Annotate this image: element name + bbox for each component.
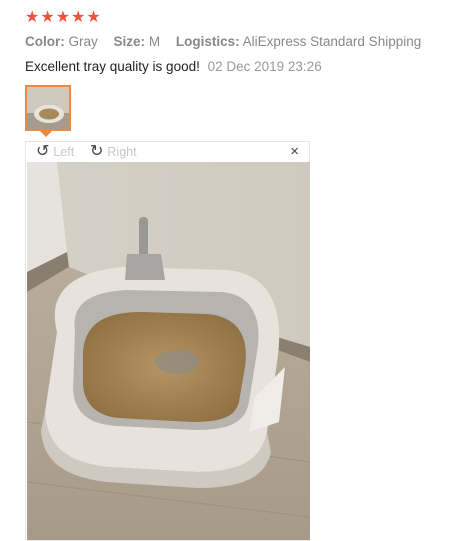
rotate-left-label: Left xyxy=(53,145,75,159)
viewer-toolbar: ↺ Left ↻ Right × xyxy=(26,142,309,162)
star-icon: ★ xyxy=(86,9,101,26)
star-icon: ★ xyxy=(40,9,55,26)
thumbnail-caret xyxy=(40,131,52,137)
rotate-left-button[interactable]: ↺ Left xyxy=(36,144,74,160)
review-attributes: Color: Gray Size: M Logistics: AliExpres… xyxy=(25,34,433,49)
logistics-value: AliExpress Standard Shipping xyxy=(242,34,422,49)
size-label: Size: xyxy=(113,34,146,49)
logistics-label: Logistics: xyxy=(175,34,240,49)
star-icon: ★ xyxy=(25,9,40,26)
close-icon[interactable]: × xyxy=(290,143,299,160)
image-viewer: ↺ Left ↻ Right × xyxy=(25,141,310,541)
review-line: Excellent tray quality is good! 02 Dec 2… xyxy=(25,59,322,74)
star-icon: ★ xyxy=(55,9,71,26)
size-value: M xyxy=(148,34,161,49)
rating-stars: ★ ★ ★ ★ ★ xyxy=(25,9,101,27)
review-text: Excellent tray quality is good! xyxy=(25,59,200,74)
star-icon: ★ xyxy=(71,9,86,26)
color-label: Color: xyxy=(25,34,65,49)
rotate-right-button[interactable]: ↻ Right xyxy=(90,144,137,160)
rotate-left-icon: ↺ xyxy=(36,143,50,160)
rotate-right-icon: ↻ xyxy=(90,143,104,160)
rotate-right-label: Right xyxy=(107,145,137,159)
color-value: Gray xyxy=(68,34,98,49)
review-date: 02 Dec 2019 23:26 xyxy=(207,59,322,74)
photo-thumbnail[interactable] xyxy=(25,85,71,131)
review-photo xyxy=(27,162,310,540)
